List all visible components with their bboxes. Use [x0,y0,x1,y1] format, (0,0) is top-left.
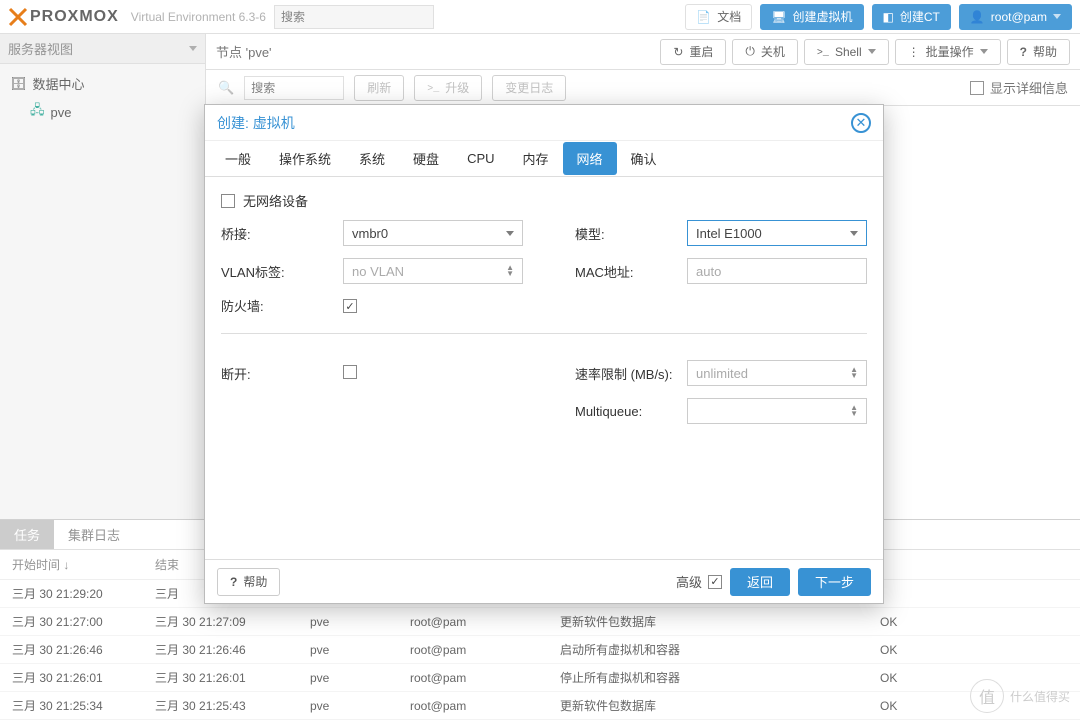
spinner-icon: ▲▼ [506,265,514,277]
create-vm-modal: 创建: 虚拟机 ✕ 一般操作系统系统硬盘CPU内存网络确认 无网络设备 桥接: … [204,104,884,604]
modal-tab[interactable]: 操作系统 [265,142,345,175]
modal-tab[interactable]: 硬盘 [399,142,453,175]
close-icon: ✕ [856,115,867,131]
back-button[interactable]: 返回 [730,568,790,596]
watermark-icon: 值 [970,679,1004,713]
no-network-checkbox[interactable]: 无网络设备 [221,191,308,210]
modal-header: 创建: 虚拟机 ✕ [205,105,883,141]
next-button[interactable]: 下一步 [798,568,871,596]
firewall-checkbox[interactable]: ✓ [343,299,357,313]
help-icon [230,575,237,589]
spinner-icon: ▲▼ [850,405,858,417]
modal-footer: 帮助 高级 ✓ 返回 下一步 [205,559,883,603]
disconnect-checkbox[interactable] [343,365,357,379]
rate-label: 速率限制 (MB/s): [575,364,675,383]
modal-close-button[interactable]: ✕ [851,113,871,133]
modal-help-button[interactable]: 帮助 [217,568,280,596]
model-select[interactable]: Intel E1000 [687,220,867,246]
disconnect-label: 断开: [221,364,321,383]
modal-tab[interactable]: 系统 [345,142,399,175]
firewall-label: 防火墙: [221,296,321,315]
rate-input[interactable]: unlimited▲▼ [687,360,867,386]
mac-input[interactable]: auto [687,258,867,284]
chevron-down-icon [850,231,858,236]
multiqueue-label: Multiqueue: [575,404,675,419]
bridge-label: 桥接: [221,224,321,243]
model-label: 模型: [575,224,675,243]
modal-tabs: 一般操作系统系统硬盘CPU内存网络确认 [205,141,883,177]
checkbox-icon: ✓ [708,575,722,589]
bridge-select[interactable]: vmbr0 [343,220,523,246]
checkbox-icon [221,194,235,208]
multiqueue-input[interactable]: ▲▼ [687,398,867,424]
mac-label: MAC地址: [575,262,675,281]
modal-tab[interactable]: 一般 [211,142,265,175]
modal-tab[interactable]: CPU [453,144,508,173]
advanced-checkbox[interactable]: 高级 ✓ [676,572,722,591]
modal-tab[interactable]: 内存 [509,142,563,175]
vlan-input[interactable]: no VLAN▲▼ [343,258,523,284]
vlan-label: VLAN标签: [221,262,321,281]
modal-body: 无网络设备 桥接: vmbr0 模型: Intel E1000 VLAN标签: … [205,177,883,559]
modal-title: 创建: 虚拟机 [217,113,295,133]
spinner-icon: ▲▼ [850,367,858,379]
modal-tab[interactable]: 确认 [617,142,671,175]
chevron-down-icon [506,231,514,236]
watermark: 值 什么值得买 [970,679,1070,713]
modal-tab[interactable]: 网络 [563,142,617,175]
